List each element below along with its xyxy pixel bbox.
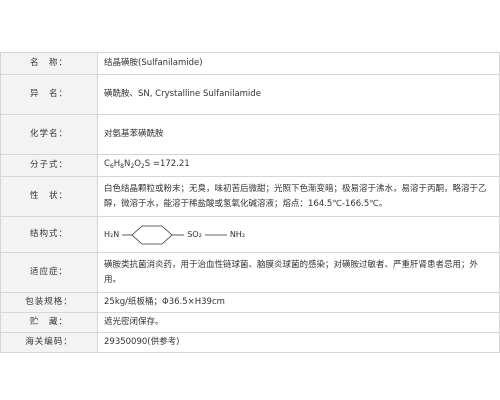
structure-value: H₂N SO₂ NH₂ (97, 216, 500, 253)
row-structure: 结构式： H₂N SO₂ NH₂ (0, 216, 500, 253)
formula-s-weight: S =172.21 (144, 159, 190, 169)
row-label: 适应症： (0, 252, 98, 293)
row-hs-code: 海关编码： 29350090(供参考) (0, 332, 500, 353)
row-label: 包装规格： (0, 292, 98, 313)
row-label: 名 称： (0, 52, 98, 75)
benzene-ring-icon (122, 225, 185, 244)
row-label: 结构式： (0, 216, 98, 253)
appearance-value: 白色结晶颗粒或粉末；无臭，味初苦后微甜；光照下色渐变暗；极易溶于沸水，易溶于丙酮… (97, 176, 500, 217)
packaging-value: 25kg/纸板桶；Φ36.5×H39cm (97, 292, 500, 313)
storage-value: 遮光密闭保存。 (97, 312, 500, 333)
formula-value: C6H8N2O2S =172.21 (97, 154, 500, 177)
row-chemical-name: 化学名： 对氨基苯磺酰胺 (0, 114, 500, 155)
row-alias: 异 名： 磺酰胺、SN, Crystalline Sulfanilamide (0, 74, 500, 115)
row-name: 名 称： 结晶磺胺(Sulfanilamide) (0, 52, 500, 75)
row-label: 分子式： (0, 154, 98, 177)
structural-formula: H₂N SO₂ NH₂ (104, 223, 493, 247)
hs-code-value: 29350090(供参考) (97, 332, 500, 353)
indication-value: 磺胺类抗菌消炎药，用于治血性链球菌、脑膜炎球菌的感染；对磺胺过敏者、严重肝肾患者… (97, 252, 500, 293)
row-formula: 分子式： C6H8N2O2S =172.21 (0, 154, 500, 177)
row-label: 海关编码： (0, 332, 98, 353)
product-spec-table: 名 称： 结晶磺胺(Sulfanilamide) 异 名： 磺酰胺、SN, Cr… (0, 52, 500, 353)
row-appearance: 性 状： 白色结晶颗粒或粉末；无臭，味初苦后微甜；光照下色渐变暗；极易溶于沸水，… (0, 176, 500, 217)
row-label: 性 状： (0, 176, 98, 217)
structure-amine-left: H₂N (104, 230, 120, 239)
formula-o: O (134, 159, 141, 169)
row-storage: 贮 藏： 遮光密闭保存。 (0, 312, 500, 333)
row-packaging: 包装规格： 25kg/纸板桶；Φ36.5×H39cm (0, 292, 500, 313)
row-label: 化学名： (0, 114, 98, 155)
row-indication: 适应症： 磺胺类抗菌消炎药，用于治血性链球菌、脑膜炎球菌的感染；对磺胺过敏者、严… (0, 252, 500, 293)
structure-amine-right: NH₂ (229, 230, 246, 239)
chemical-name-value: 对氨基苯磺酰胺 (97, 114, 500, 155)
product-name-value: 结晶磺胺(Sulfanilamide) (97, 52, 500, 75)
row-label: 贮 藏： (0, 312, 98, 333)
structure-sulfonyl: SO₂ (187, 230, 202, 239)
alias-value: 磺酰胺、SN, Crystalline Sulfanilamide (97, 74, 500, 115)
row-label: 异 名： (0, 74, 98, 115)
bond-line-icon (204, 234, 227, 235)
